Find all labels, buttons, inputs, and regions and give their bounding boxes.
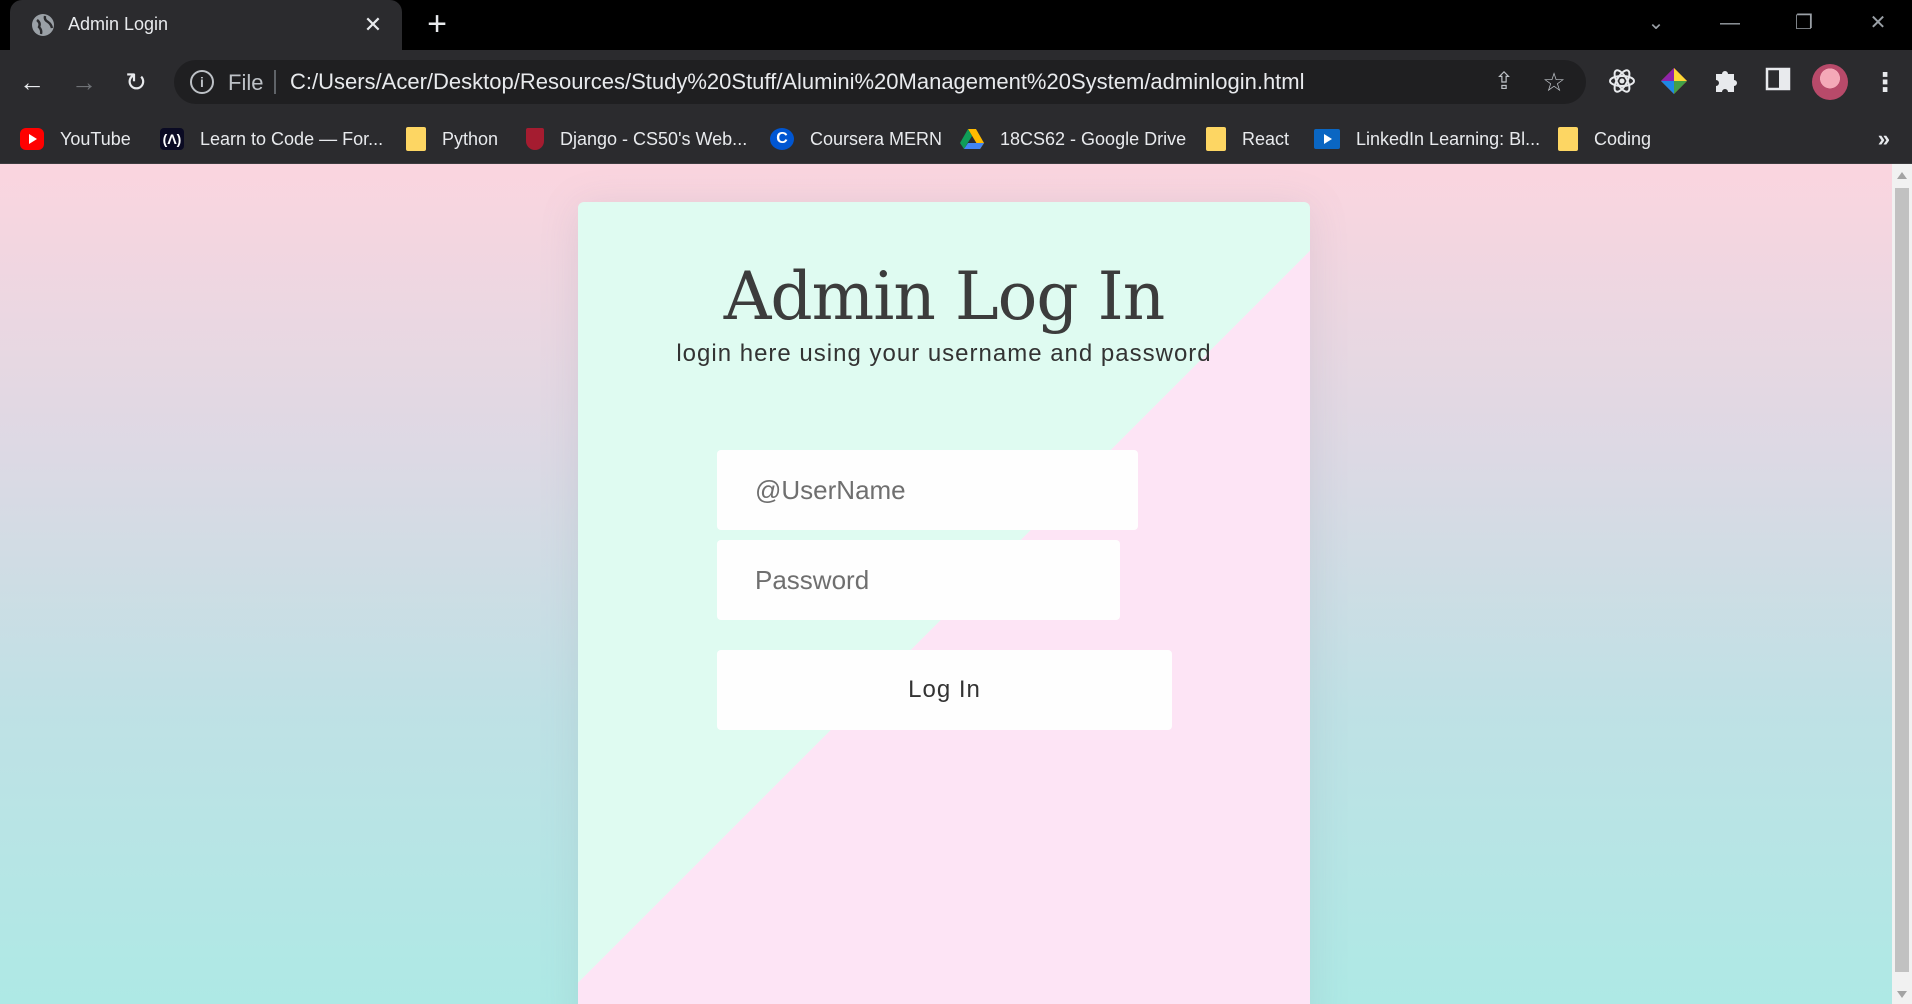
bookmark-label: React	[1242, 128, 1290, 149]
coursera-icon: C	[770, 128, 794, 150]
folder-icon	[1206, 127, 1226, 151]
minimize-button[interactable]: —	[1700, 6, 1760, 40]
bookmarks-bar: YouTube (Λ) Learn to Code — For... Pytho…	[0, 114, 1912, 164]
forward-button[interactable]: →	[66, 64, 102, 100]
folder-icon	[1558, 127, 1578, 151]
bookmark-coursera[interactable]: C Coursera MERN	[770, 126, 942, 152]
address-separator	[274, 70, 276, 94]
side-panel-icon[interactable]	[1762, 66, 1794, 98]
bookmark-react[interactable]: React	[1206, 126, 1289, 152]
browser-menu-icon[interactable]: ⋮	[1872, 64, 1898, 100]
scheme-label: File	[228, 70, 264, 95]
color-picker-icon[interactable]	[1658, 66, 1690, 98]
bookmark-label: Python	[442, 128, 499, 149]
bookmark-label: Django - CS50's Web...	[560, 128, 748, 149]
react-devtools-icon[interactable]	[1606, 66, 1638, 98]
bookmark-star-icon[interactable]: ☆	[1538, 66, 1570, 98]
username-input[interactable]: @UserName	[717, 450, 1138, 530]
username-placeholder: @UserName	[755, 474, 906, 505]
login-subtitle: login here using your username and passw…	[676, 340, 1212, 367]
url-text[interactable]: C:/Users/Acer/Desktop/Resources/Study%20…	[290, 69, 1305, 95]
tab-title: Admin Login	[68, 14, 169, 34]
tab-search-icon[interactable]: ⌄	[1626, 6, 1686, 40]
address-bar[interactable]: i File C:/Users/Acer/Desktop/Resources/S…	[174, 60, 1586, 104]
bookmark-coding[interactable]: Coding	[1558, 126, 1651, 152]
scroll-down-icon[interactable]	[1897, 991, 1907, 998]
folder-icon	[406, 127, 426, 151]
more-bookmarks-icon[interactable]: »	[1878, 126, 1890, 152]
profile-avatar[interactable]	[1812, 64, 1848, 100]
bookmark-label: Learn to Code — For...	[200, 128, 384, 149]
new-tab-button[interactable]: +	[420, 7, 454, 42]
bookmark-freecodecamp[interactable]: (Λ) Learn to Code — For...	[160, 126, 383, 152]
linkedin-learning-icon	[1314, 129, 1340, 149]
harvard-icon	[526, 128, 544, 150]
extensions-puzzle-icon[interactable]	[1710, 66, 1742, 98]
bookmark-linkedin-learning[interactable]: LinkedIn Learning: Bl...	[1314, 126, 1540, 152]
scroll-up-icon[interactable]	[1897, 172, 1907, 179]
reload-button[interactable]: ↻	[118, 64, 154, 100]
globe-icon	[32, 14, 54, 36]
scrollbar-thumb[interactable]	[1895, 188, 1909, 972]
bookmark-label: Coding	[1594, 128, 1652, 149]
login-card: Admin Log In login here using your usern…	[578, 202, 1310, 1004]
password-placeholder: Password	[755, 564, 870, 595]
page-content: Admin Log In login here using your usern…	[0, 164, 1892, 1004]
page-scrollbar[interactable]	[1892, 164, 1912, 1004]
page-title: Admin Log In	[723, 258, 1165, 335]
bookmark-python[interactable]: Python	[406, 126, 498, 152]
bookmark-label: YouTube	[60, 128, 131, 149]
password-input[interactable]: Password	[717, 540, 1120, 620]
browser-toolbar: ← → ↻ i File C:/Users/Acer/Desktop/Resou…	[0, 50, 1912, 114]
bookmark-label: 18CS62 - Google Drive	[1000, 128, 1187, 149]
restore-button[interactable]: ❐	[1774, 6, 1834, 40]
freecodecamp-icon: (Λ)	[160, 128, 184, 150]
info-icon[interactable]: i	[190, 70, 214, 94]
login-button[interactable]: Log In	[717, 650, 1172, 730]
youtube-icon	[20, 128, 44, 150]
bookmark-label: Coursera MERN	[810, 128, 943, 149]
back-button[interactable]: ←	[14, 64, 50, 100]
tab-admin-login[interactable]: Admin Login ✕	[10, 0, 402, 51]
tab-close-icon[interactable]: ✕	[358, 10, 388, 40]
tab-strip: Admin Login ✕ + ⌄ — ❐ ✕	[0, 0, 1912, 51]
bookmark-google-drive[interactable]: 18CS62 - Google Drive	[960, 126, 1186, 152]
google-drive-icon	[960, 128, 984, 150]
bookmark-label: LinkedIn Learning: Bl...	[1356, 128, 1541, 149]
share-icon[interactable]: ⇪	[1488, 66, 1520, 98]
bookmark-youtube[interactable]: YouTube	[20, 126, 131, 152]
bookmark-django[interactable]: Django - CS50's Web...	[526, 126, 747, 152]
close-window-button[interactable]: ✕	[1848, 6, 1908, 40]
